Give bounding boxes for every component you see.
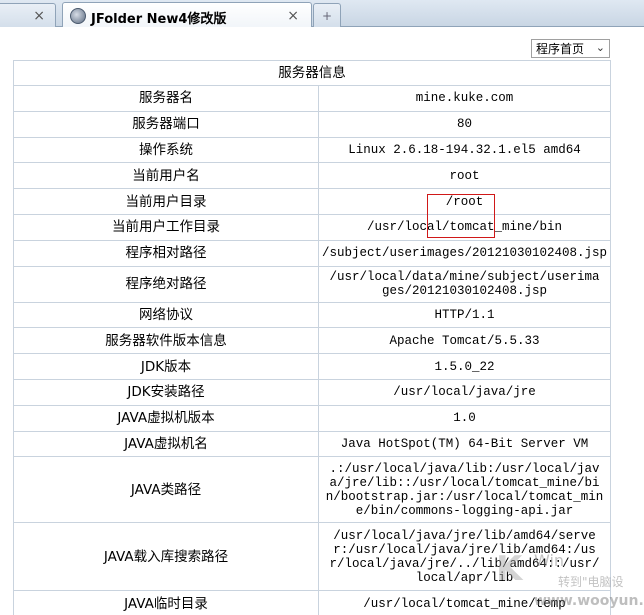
tab-title: JFolder New4修改版 [91, 12, 227, 27]
row-value: /subject/userimages/20121030102408.jsp [318, 239, 611, 267]
watermark-url: www.wooyun.org [534, 593, 644, 609]
close-tab-icon[interactable]: × [287, 8, 299, 24]
annotation-highlight-box [427, 194, 495, 238]
tab-logo-icon [70, 8, 86, 24]
table-row: 操作系统 Linux 2.6.18-194.32.1.el5 amd64 [13, 136, 611, 164]
table-row: 程序相对路径 /subject/userimages/2012103010240… [13, 239, 611, 267]
table-header-row: 服务器信息 [13, 60, 611, 86]
table-row: JAVA类路径 .:/usr/local/java/lib:/usr/local… [13, 456, 611, 524]
watermark: K Win 转到"电脑设 www.wooyun.org [494, 545, 644, 615]
table-row: 当前用户目录 /root [13, 188, 611, 215]
row-value: 1.5.0_22 [318, 353, 611, 380]
select-value: 程序首页 [536, 42, 585, 56]
row-label: JDK安装路径 [13, 378, 319, 406]
watermark-text: 转到"电脑设 [558, 575, 624, 589]
row-value: Apache Tomcat/5.5.33 [318, 327, 611, 355]
table-row: JDK安装路径 /usr/local/java/jre [13, 378, 611, 406]
row-value: .:/usr/local/java/lib:/usr/local/java/jr… [318, 456, 611, 524]
close-tab-icon[interactable]: × [33, 8, 45, 24]
table-row: 服务器软件版本信息 Apache Tomcat/5.5.33 [13, 327, 611, 355]
table-row: JAVA虚拟机名 Java HotSpot(TM) 64-Bit Server … [13, 430, 611, 458]
row-label: 服务器端口 [13, 110, 319, 138]
table-row: 服务器名 mine.kuke.com [13, 85, 611, 112]
table-row: 程序绝对路径 /usr/local/data/mine/subject/user… [13, 265, 611, 303]
row-value: /usr/local/data/mine/subject/userimages/… [318, 265, 611, 303]
row-label: JAVA虚拟机名 [13, 430, 319, 458]
row-value: mine.kuke.com [318, 85, 611, 112]
table-row: JDK版本 1.5.0_22 [13, 353, 611, 380]
row-value: 80 [318, 110, 611, 138]
row-label: 操作系统 [13, 136, 319, 164]
page-content: 程序首页 ⌄ 服务器信息 服务器名 mine.kuke.com 服务器端口 80… [0, 27, 644, 615]
tab-previous[interactable]: × [0, 3, 56, 27]
table-row: 网络协议 HTTP/1.1 [13, 301, 611, 329]
watermark-logo-icon: K [496, 549, 523, 589]
row-label: JAVA虚拟机版本 [13, 404, 319, 432]
table-row: 服务器端口 80 [13, 110, 611, 138]
table-title: 服务器信息 [13, 60, 611, 86]
row-value: Java HotSpot(TM) 64-Bit Server VM [318, 430, 611, 458]
row-value: Linux 2.6.18-194.32.1.el5 amd64 [318, 136, 611, 164]
tab-jfolder[interactable]: JFolder New4修改版 × [62, 2, 312, 28]
watermark-text: Win [534, 551, 565, 570]
row-label: 当前用户工作目录 [13, 213, 319, 241]
row-value: HTTP/1.1 [318, 301, 611, 329]
table-row: 当前用户名 root [13, 162, 611, 190]
row-label: JAVA类路径 [13, 456, 319, 524]
row-label: 服务器名 [13, 85, 319, 112]
row-value: /usr/local/java/jre [318, 378, 611, 406]
row-label: 当前用户名 [13, 162, 319, 190]
chevron-down-icon: ⌄ [595, 41, 605, 54]
row-label: 程序相对路径 [13, 239, 319, 267]
row-label: JDK版本 [13, 353, 319, 380]
row-label: 当前用户目录 [13, 188, 319, 215]
row-label: JAVA临时目录 [13, 590, 319, 615]
program-home-select[interactable]: 程序首页 ⌄ [531, 39, 610, 58]
row-label: 网络协议 [13, 301, 319, 329]
row-label: JAVA载入库搜索路径 [13, 522, 319, 592]
row-label: 程序绝对路径 [13, 265, 319, 303]
row-label: 服务器软件版本信息 [13, 327, 319, 355]
row-value: 1.0 [318, 404, 611, 432]
server-info-table: 服务器信息 服务器名 mine.kuke.com 服务器端口 80 操作系统 L… [13, 60, 611, 615]
plus-icon: + [321, 8, 333, 23]
table-row: 当前用户工作目录 /usr/local/tomcat_mine/bin [13, 213, 611, 241]
tab-bar: × JFolder New4修改版 × + [0, 0, 644, 28]
table-row: JAVA虚拟机版本 1.0 [13, 404, 611, 432]
new-tab-button[interactable]: + [313, 3, 341, 27]
row-value: root [318, 162, 611, 190]
